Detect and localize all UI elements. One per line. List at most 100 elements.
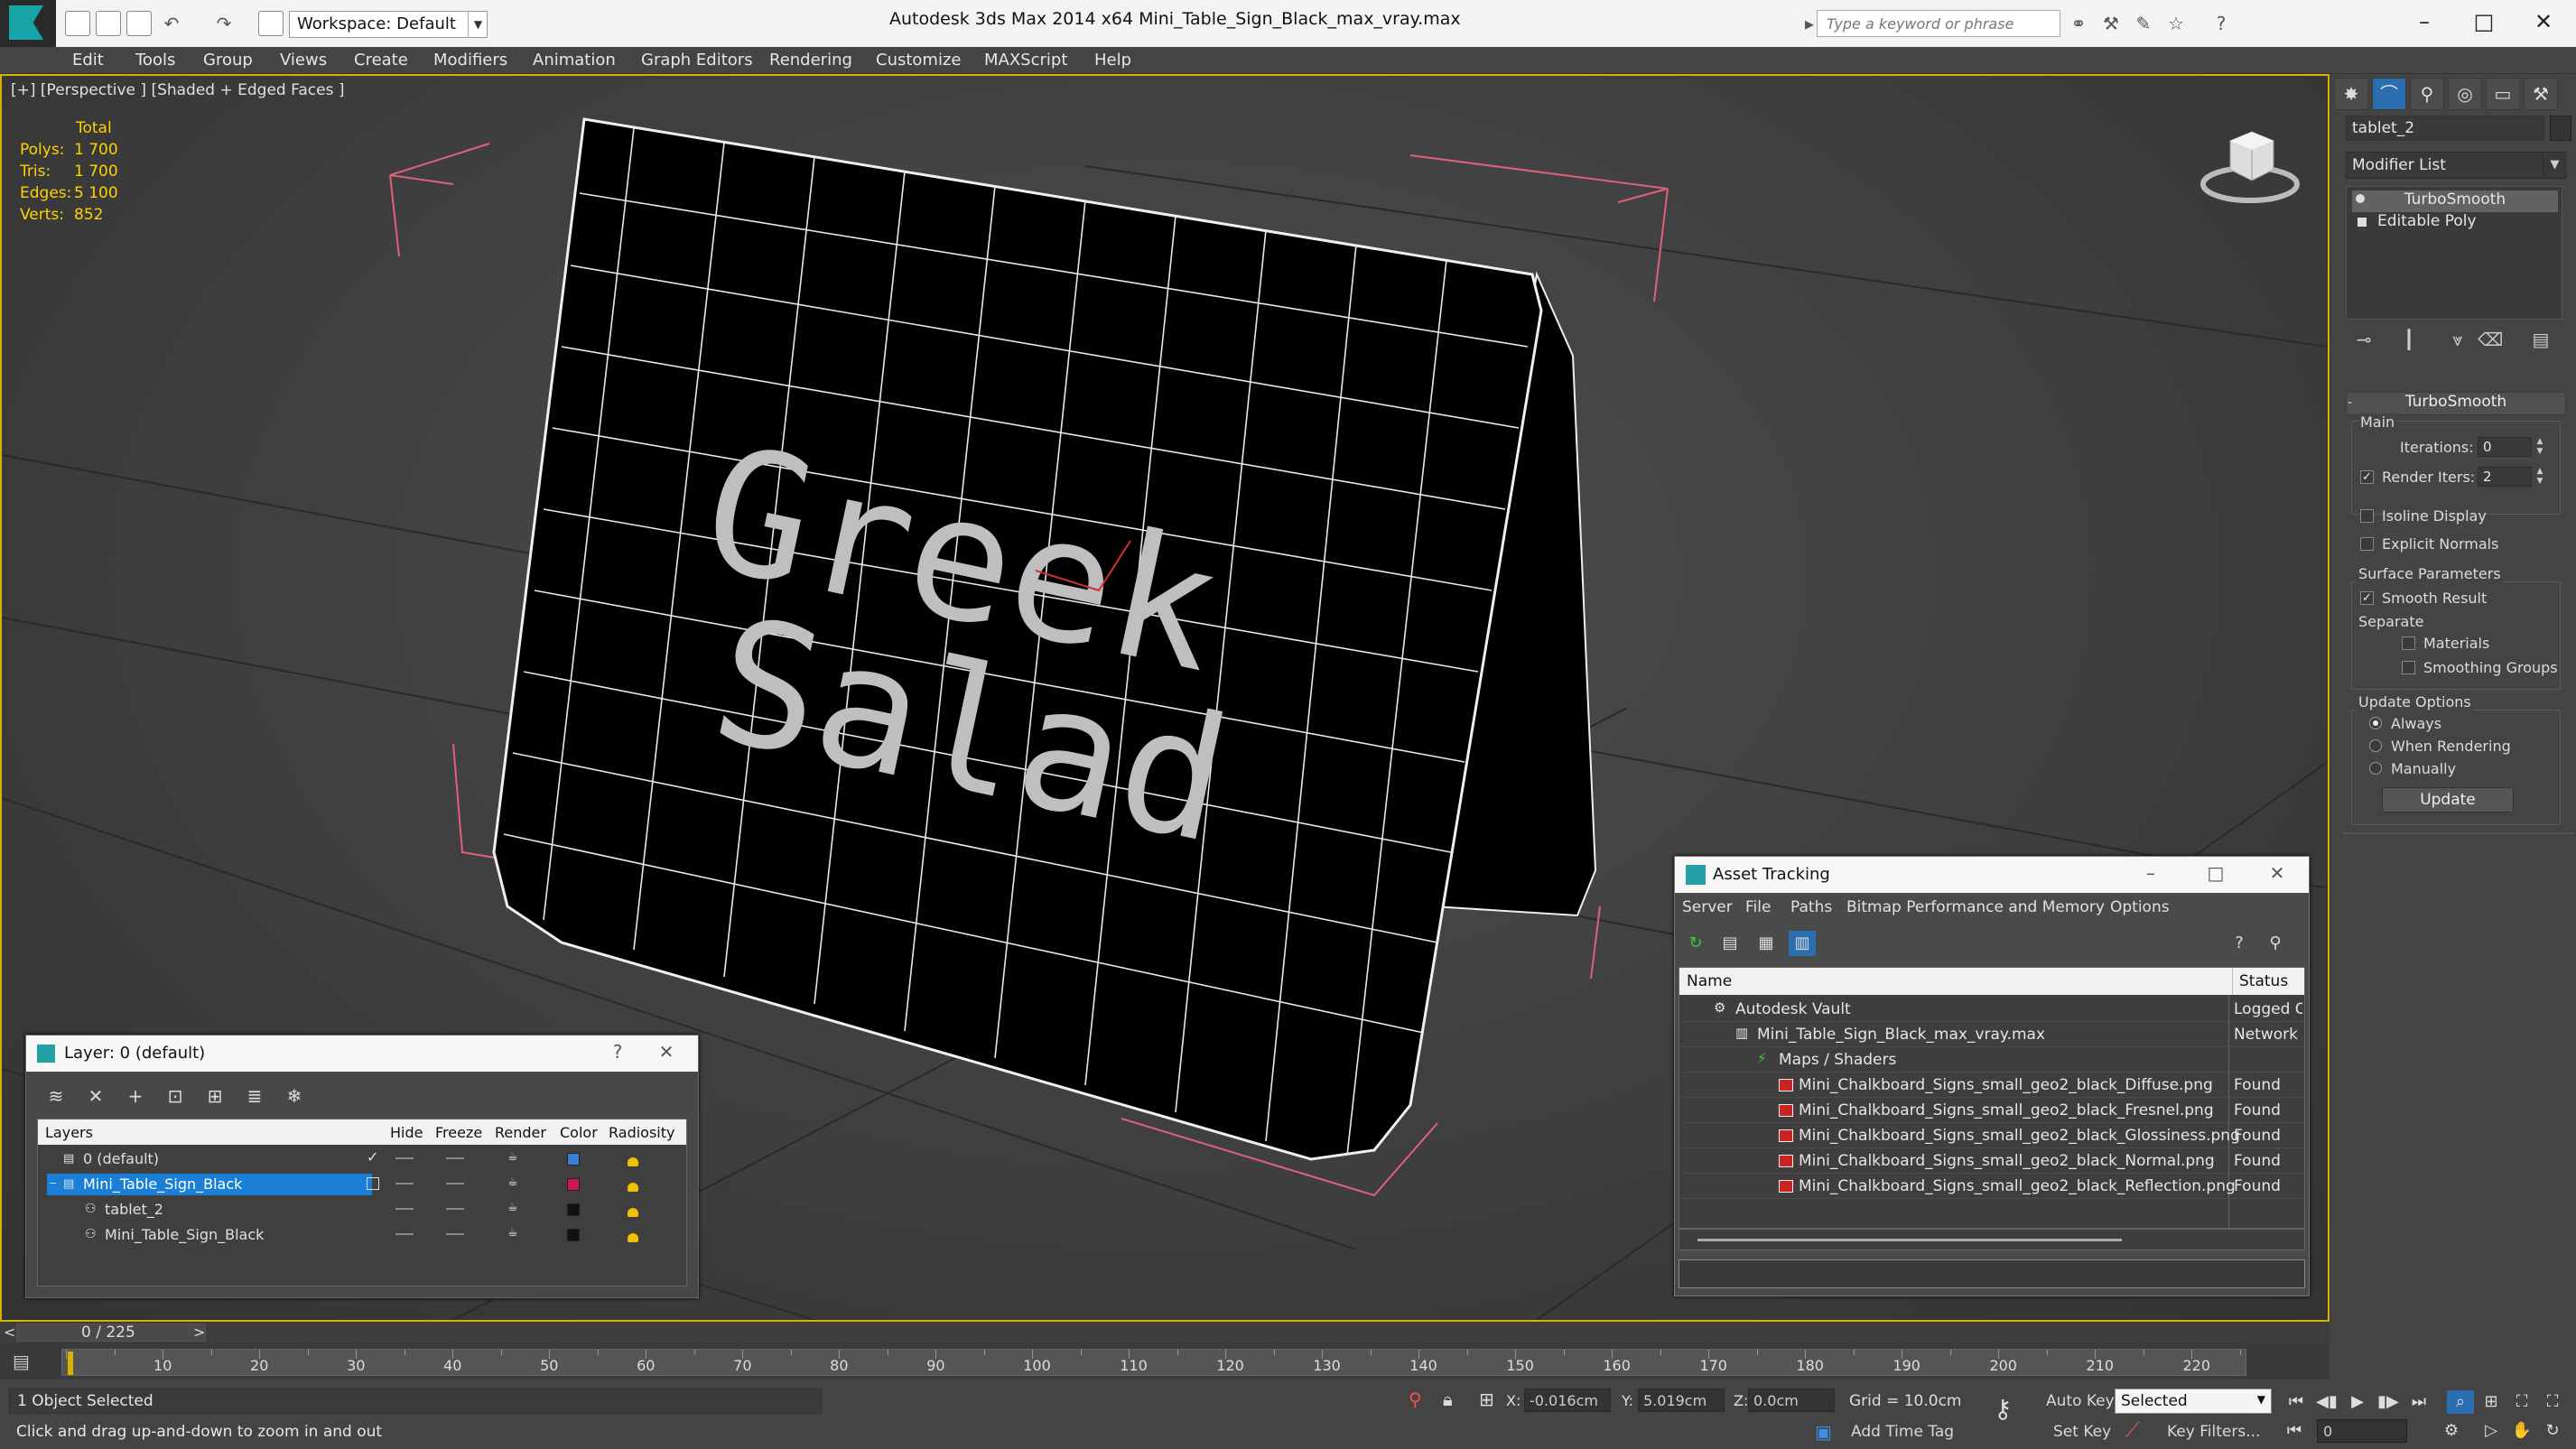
prev-frame-icon[interactable]: < [4,1324,15,1341]
binoculars-icon[interactable]: ⚭ [2068,13,2089,34]
menu-views[interactable]: Views [280,51,327,70]
asset-menu-server[interactable]: Server [1682,898,1733,916]
smooth-result-checkbox[interactable]: ✓ [2360,591,2374,605]
next-key-icon[interactable]: ▮▶ [2375,1390,2402,1414]
viewport-label[interactable]: [+] [Perspective ] [Shaded + Edged Faces… [11,81,344,99]
asset-menu-options[interactable]: Options [2110,898,2170,916]
collapse-icon[interactable]: - [2348,395,2352,410]
show-end-result-icon[interactable]: ┃ [2396,327,2422,352]
asset-row[interactable]: ⚡ Maps / Shaders [1679,1047,2304,1073]
modify-tab-icon[interactable]: ⌒ [2372,78,2406,110]
workspace-dropdown[interactable]: Workspace: Default [289,11,488,38]
asset-row[interactable]: Mini_Chalkboard_Signs_small_geo2_black_D… [1679,1073,2304,1098]
new-file-icon[interactable] [65,11,90,36]
horizontal-scrollbar[interactable] [1679,1229,2305,1250]
play-icon[interactable]: ▶ [2344,1390,2371,1414]
absolute-mode-icon[interactable]: ⊞ [1479,1389,1494,1410]
radio-manually[interactable] [2369,762,2382,775]
display-tab-icon[interactable]: ▭ [2486,78,2520,110]
col-name[interactable]: Name [1687,972,1732,990]
render-teapot-icon[interactable]: ☕ [507,1151,522,1164]
communication-icon[interactable]: ✎ [2133,13,2154,34]
isoline-display-checkbox[interactable] [2360,509,2374,523]
asset-row[interactable]: Mini_Chalkboard_Signs_small_geo2_black_F… [1679,1098,2304,1123]
col-layers[interactable]: Layers [45,1124,93,1141]
object-color-swatch[interactable] [2550,116,2571,141]
maximize-button[interactable]: □ [2461,5,2506,38]
asset-menu-file[interactable]: File [1745,898,1771,916]
menu-modifiers[interactable]: Modifiers [433,51,507,70]
menu-graph-editors[interactable]: Graph Editors [641,51,753,70]
layer-manager-icon[interactable]: ≋ [42,1082,70,1110]
asset-row[interactable]: Mini_Chalkboard_Signs_small_geo2_black_G… [1679,1123,2304,1148]
pin-stack-icon[interactable]: ⊸ [2351,327,2376,352]
close-button[interactable]: ✕ [2521,5,2566,38]
key-mode-toggle-icon[interactable]: ⏮ [2281,1419,2308,1443]
key-filters-button[interactable]: Key Filters... [2167,1423,2260,1441]
create-tab-icon[interactable]: ✸ [2334,78,2368,110]
maximize-button[interactable]: □ [2202,862,2229,887]
modifier-list-dropdown[interactable]: Modifier List [2346,152,2566,179]
menu-animation[interactable]: Animation [533,51,616,70]
layer-row[interactable]: − ▤ Mini_Table_Sign_Black ☕ [38,1172,686,1197]
chevron-down-icon[interactable]: ▼ [2543,152,2566,179]
stack-item-turbosmooth[interactable]: TurboSmooth [2352,190,2558,212]
key-mode-icon[interactable]: ⟋ [2125,1419,2139,1442]
scrollbar-thumb[interactable] [1697,1239,2122,1241]
hide-toggle[interactable] [395,1233,414,1235]
asset-row[interactable]: ▥ Mini_Table_Sign_Black_max_vray.max Net… [1679,1022,2304,1047]
playhead[interactable] [68,1351,73,1375]
menu-edit[interactable]: Edit [72,51,104,70]
go-to-end-icon[interactable]: ⏭ [2405,1390,2432,1414]
make-unique-icon[interactable]: ⩔ [2445,327,2470,352]
configure-sets-icon[interactable]: ▤ [2528,327,2553,352]
layer-color-swatch[interactable] [567,1153,580,1166]
render-teapot-icon[interactable]: ☕ [507,1202,522,1214]
pan-view-icon[interactable]: ✋ [2508,1419,2535,1443]
hide-toggle[interactable] [395,1157,414,1159]
active-layer-checkbox[interactable] [367,1177,379,1190]
update-button[interactable]: Update [2382,787,2514,813]
layer-row[interactable]: ▤ 0 (default) ✓ ☕ [38,1147,686,1172]
menu-tools[interactable]: Tools [135,51,175,70]
go-to-start-icon[interactable]: ⏮ [2283,1390,2310,1414]
spinner-arrows-icon[interactable]: ▲ ▼ [2534,467,2546,487]
zoom-all-icon[interactable]: ⊞ [2478,1390,2505,1414]
z-coordinate-field[interactable]: 0.0cm [1748,1389,1835,1412]
expand-icon[interactable] [2357,218,2367,227]
auto-key-button[interactable]: Auto Key [2046,1392,2115,1410]
freeze-toggle[interactable] [446,1208,464,1210]
object-name-field[interactable]: tablet_2 [2346,116,2544,141]
open-file-icon[interactable] [96,11,121,36]
help-icon[interactable]: ? [604,1041,631,1066]
y-coordinate-field[interactable]: 5.019cm [1638,1389,1725,1412]
smoothing-groups-checkbox[interactable] [2402,661,2415,674]
search-input[interactable]: Type a keyword or phrase [1817,10,2060,37]
utilities-tab-icon[interactable]: ⚒ [2524,78,2558,110]
materials-checkbox[interactable] [2402,636,2415,650]
radiosity-icon[interactable] [623,1200,643,1220]
object-color-swatch[interactable] [567,1203,580,1216]
rollout-turbosmooth[interactable]: TurboSmooth [2346,392,2566,415]
table-view-icon[interactable]: ▥ [1789,931,1816,956]
selection-lock-icon[interactable]: 🔒︎ [1443,1389,1453,1410]
spinner-arrows-icon[interactable]: ▲ ▼ [2534,437,2546,457]
col-hide[interactable]: Hide [390,1124,423,1141]
object-color-swatch[interactable] [567,1229,580,1241]
orbit-icon[interactable]: ↻ [2539,1419,2566,1443]
time-config-icon[interactable]: ⚙ [2438,1419,2465,1443]
asset-row[interactable]: ⚙ Autodesk Vault Logged O [1679,997,2304,1022]
chevron-down-icon[interactable]: ▼ [468,11,488,38]
close-icon[interactable]: ✕ [2264,862,2291,887]
motion-tab-icon[interactable]: ◎ [2448,78,2482,110]
freeze-all-icon[interactable]: ❄ [281,1082,308,1110]
time-slider[interactable]: < 0 / 225 > [0,1322,2330,1343]
col-render[interactable]: Render [495,1124,546,1141]
minimize-button[interactable]: – [2402,5,2447,38]
radio-always[interactable] [2369,717,2382,729]
menu-help[interactable]: Help [1094,51,1131,70]
app-menu-button[interactable] [0,0,56,47]
previous-key-icon[interactable]: ◀▮ [2313,1390,2340,1414]
help-icon[interactable]: ? [2210,13,2232,34]
current-frame-field[interactable]: 0 [2317,1419,2407,1443]
